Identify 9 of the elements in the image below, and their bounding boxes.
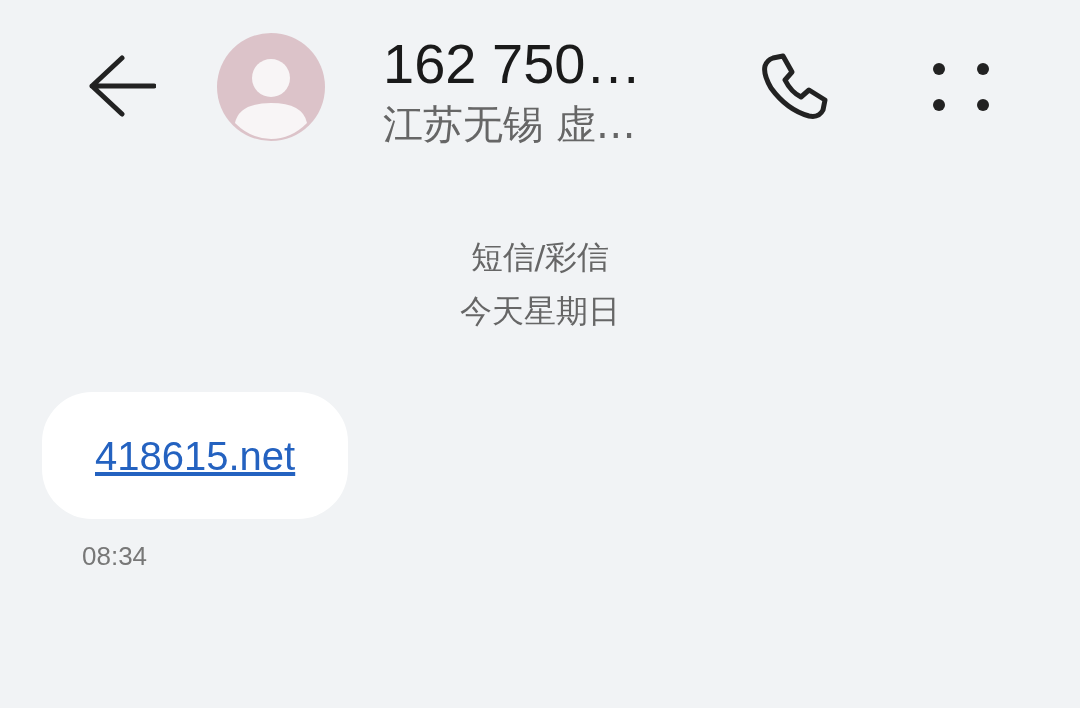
message-type-label: 短信/彩信 [470,237,610,278]
date-label: 今天星期日 [460,291,620,332]
contact-number: 162 750… [383,32,643,96]
avatar-icon [217,33,325,141]
message-time: 08:34 [82,541,148,572]
message-link[interactable]: 418615.net [95,434,296,478]
phone-icon[interactable] [759,52,829,122]
contact-location: 江苏无锡 虚… [383,100,637,149]
back-icon[interactable] [88,54,156,118]
